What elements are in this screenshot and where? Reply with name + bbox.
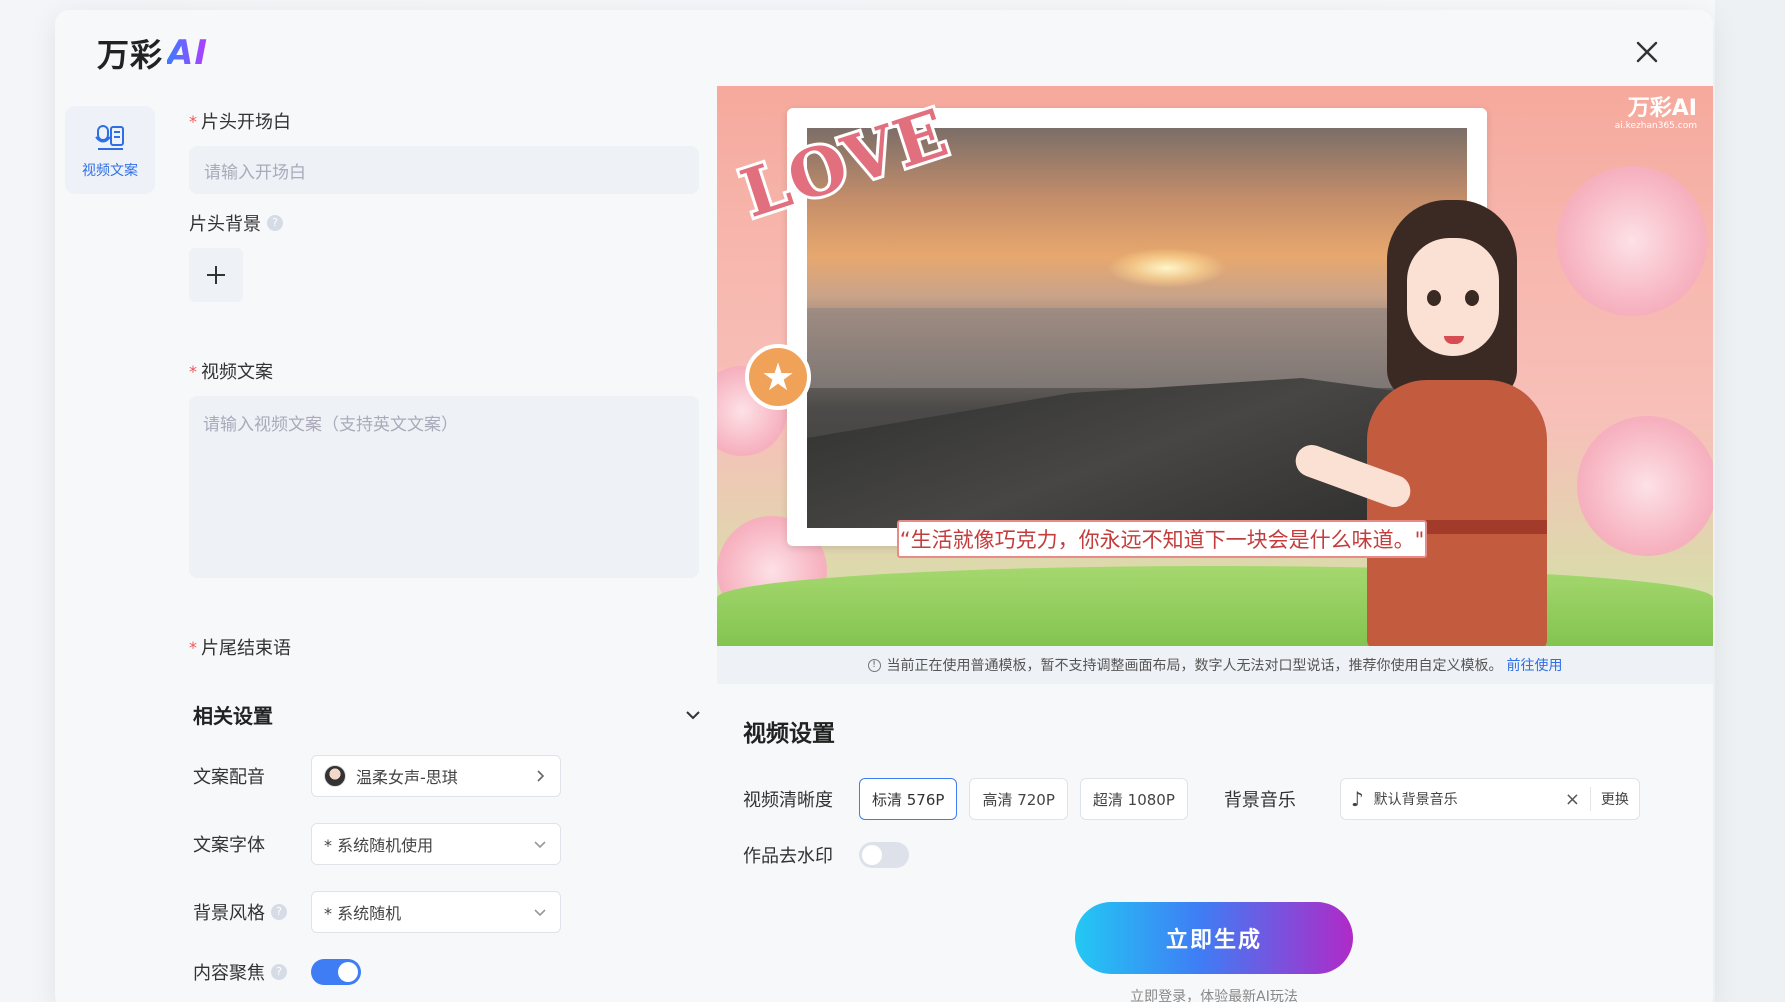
star-icon: ★ [745, 344, 811, 410]
help-icon[interactable]: ? [271, 964, 287, 980]
template-preview: LOVE ★ 万彩AI ai.kezhan365.com “生活就像巧克力，你永远… [717, 86, 1713, 646]
sidebar-item-video-script[interactable]: 视频文案 [65, 106, 155, 194]
info-icon: ! [867, 658, 881, 672]
digital-avatar [1291, 190, 1587, 646]
bg-style-select[interactable]: * 系统随机 [311, 891, 561, 933]
bg-style-row: 背景风格? * 系统随机 [193, 891, 703, 933]
app-logo: 万彩 AI [97, 33, 208, 74]
script-textarea[interactable]: 请输入视频文案（支持英文文案） [189, 396, 699, 578]
close-icon [1636, 41, 1658, 63]
music-picker[interactable]: ♪ 默认背景音乐 × 更换 [1339, 778, 1640, 820]
voice-row: 文案配音 温柔女声-思琪 [193, 755, 703, 797]
focus-row: 内容聚焦? [193, 959, 703, 985]
ending-label: * 片尾结束语 [189, 637, 291, 660]
plus-icon [207, 266, 225, 284]
change-music-button[interactable]: 更换 [1601, 789, 1629, 809]
music-note-icon: ♪ [1350, 787, 1364, 811]
avatar [324, 765, 346, 787]
go-use-link[interactable]: 前往使用 [1507, 655, 1563, 675]
script-form: * 片头开场白 请输入开场白 片头背景? * 视频文案 请输入视频文案（支持英文文案… [189, 108, 699, 660]
font-select[interactable]: * 系统随机使用 [311, 823, 561, 865]
content-focus-toggle[interactable] [311, 959, 361, 985]
chevron-down-icon [686, 710, 700, 719]
script-icon [95, 125, 124, 150]
chevron-down-icon [534, 909, 546, 917]
font-label: 文案字体 [193, 835, 265, 856]
script-label: * 视频文案 [189, 361, 273, 384]
watermark-logo: 万彩AI ai.kezhan365.com [1614, 96, 1697, 131]
bg-style-label: 背景风格? [193, 899, 311, 925]
backdrop-right-panel [1715, 0, 1785, 1002]
preview-caption: “生活就像巧克力，你永远不知道下一块会是什么味道。" [897, 520, 1427, 558]
watermark-label: 作品去水印 [743, 846, 833, 867]
watermark-row: 作品去水印 [743, 842, 1703, 868]
font-row: 文案字体 * 系统随机使用 [193, 823, 703, 865]
login-hint[interactable]: 立即登录，体验最新AI玩法 [1075, 986, 1353, 1002]
sidebar-item-label: 视频文案 [82, 163, 138, 179]
related-settings-header[interactable]: 相关设置 [193, 700, 703, 729]
opening-bg-label: 片头背景? [189, 210, 699, 236]
video-creation-dialog: 万彩 AI 视频文案 * 片头开场白 请输入开场白 片头背景? * 视频文案 请输入… [55, 10, 1713, 1002]
help-icon[interactable]: ? [267, 215, 283, 231]
focus-label: 内容聚焦? [193, 959, 311, 985]
quality-1080p-button[interactable]: 超清 1080P [1079, 778, 1188, 820]
remove-watermark-toggle[interactable] [859, 842, 909, 868]
opening-label: * 片头开场白 [189, 111, 291, 134]
related-settings-panel: 相关设置 文案配音 温柔女声-思琪 文案字体 * 系统随机使用 背景风格? * … [193, 700, 703, 985]
flower-decoration [1577, 416, 1713, 556]
video-settings-panel: 视频设置 视频清晰度 标清 576P 高清 720P 超清 1080P 背景音乐… [743, 714, 1703, 868]
close-button[interactable] [1629, 34, 1665, 70]
generate-button[interactable]: 立即生成 [1075, 902, 1353, 974]
add-opening-bg-button[interactable] [189, 248, 243, 302]
quality-720p-button[interactable]: 高清 720P [969, 778, 1068, 820]
chevron-down-icon [534, 841, 546, 849]
template-notice: ! 当前正在使用普通模板，暂不支持调整画面布局，数字人无法对口型说话，推荐你使用… [717, 646, 1713, 684]
voice-picker[interactable]: 温柔女声-思琪 [311, 755, 561, 797]
help-icon[interactable]: ? [271, 904, 287, 920]
chevron-right-icon [537, 770, 545, 782]
opening-input[interactable]: 请输入开场白 [189, 146, 699, 194]
music-label: 背景音乐 [1223, 790, 1296, 811]
voice-label: 文案配音 [193, 767, 265, 788]
dialog-header: 万彩 AI [55, 10, 1713, 86]
quality-label: 视频清晰度 [743, 790, 833, 811]
clear-music-button[interactable]: × [1565, 789, 1580, 810]
quality-row: 视频清晰度 标清 576P 高清 720P 超清 1080P 背景音乐 ♪ 默认… [743, 778, 1703, 820]
video-settings-title: 视频设置 [743, 721, 835, 747]
quality-576p-button[interactable]: 标清 576P [859, 778, 958, 820]
